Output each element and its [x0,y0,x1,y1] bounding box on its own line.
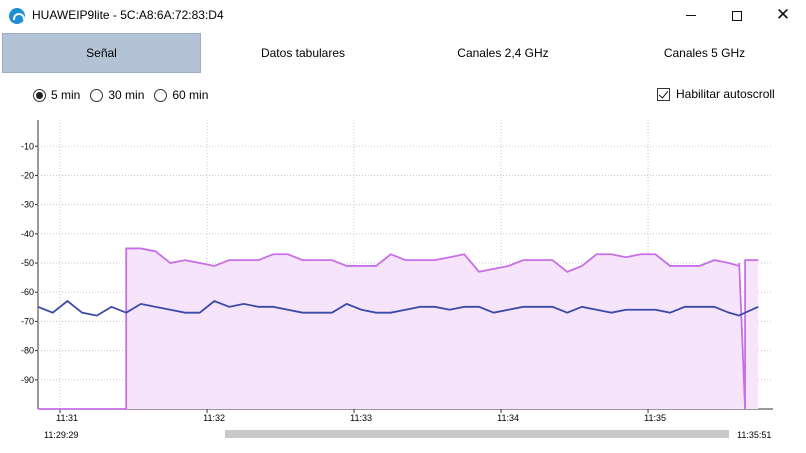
close-icon: ✕ [775,5,791,25]
radio-label: 5 min [51,88,81,102]
autoscroll-label: Habilitar autoscroll [676,87,775,101]
tab-senal[interactable]: Señal [2,33,201,73]
close-button[interactable]: ✕ [760,0,806,31]
y-tick-label: -40 [21,229,34,239]
x-tick-label: 11:35 [644,413,666,423]
y-tick-label: -90 [21,375,34,385]
horizontal-scrollbar[interactable] [225,430,729,438]
time-range-group: 5 min 30 min 60 min [33,87,218,103]
timeline-start: 11:29:29 [44,430,79,440]
series-violet-area [38,248,759,409]
timeline-end: 11:35:51 [737,430,772,440]
checkbox-checked-icon[interactable] [657,87,670,101]
radio-5-min[interactable]: 5 min [33,88,80,102]
wifi-app-icon [9,8,25,24]
x-tick-label: 11:32 [203,413,225,423]
radio-unchecked-icon[interactable] [90,88,104,102]
title-bar: HUAWEIP9lite - 5C:A8:6A:72:83:D4 ✕ [0,0,806,31]
signal-chart: -10 -20 -30 -40 -50 -60 -70 -80 -90 11:31 11:32 11:… [21,120,773,423]
tab-bar: Señal Datos tabulares Canales 2,4 GHz Ca… [0,33,806,73]
minimize-button[interactable] [668,0,714,31]
autoscroll-toggle[interactable]: Habilitar autoscroll [657,87,775,101]
radio-checked-icon[interactable] [33,88,46,102]
radio-label: 30 min [108,88,145,102]
minimize-icon [686,15,696,16]
radio-label: 60 min [172,88,209,102]
maximize-button[interactable] [714,0,760,31]
radio-unchecked-icon[interactable] [154,88,168,102]
y-tick-label: -70 [21,316,34,326]
tab-canales-24[interactable]: Canales 2,4 GHz [403,33,603,73]
tab-datos-tabulares[interactable]: Datos tabulares [203,33,403,73]
x-tick-label: 11:34 [497,413,519,423]
maximize-icon [732,10,742,21]
window-title: HUAWEIP9lite - 5C:A8:6A:72:83:D4 [32,8,224,22]
x-tick-label: 11:31 [56,413,78,423]
y-tick-label: -60 [21,287,34,297]
y-tick-label: -10 [21,141,34,151]
y-tick-label: -30 [21,200,34,210]
y-tick-label: -20 [21,170,34,180]
radio-30-min[interactable]: 30 min [90,88,144,102]
y-tick-label: -80 [21,346,34,356]
radio-60-min[interactable]: 60 min [154,88,208,102]
y-tick-label: -50 [21,258,34,268]
x-tick-label: 11:33 [350,413,372,423]
tab-canales-5[interactable]: Canales 5 GHz [603,33,806,73]
